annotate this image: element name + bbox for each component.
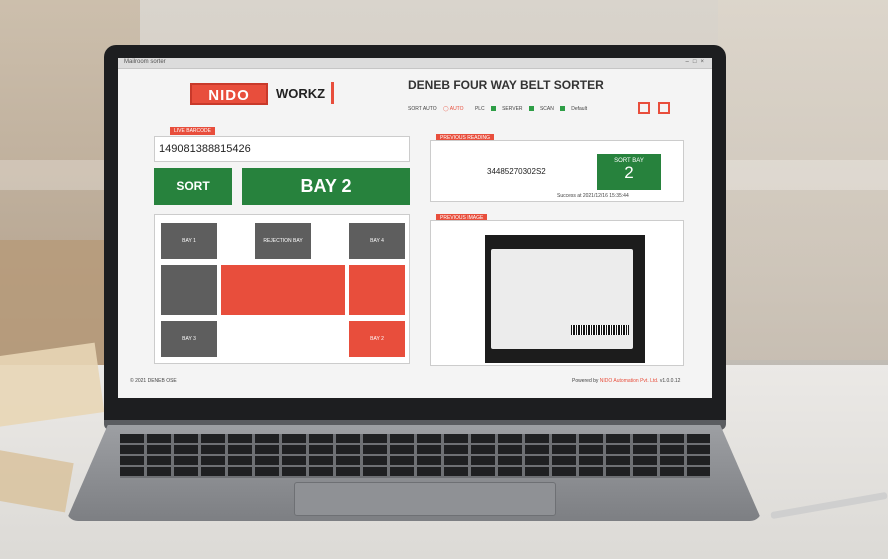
keyboard-rows (120, 434, 710, 478)
status-server: SERVER (502, 106, 534, 112)
sorter-diagram: BAY 1 REJECTION BAY BAY 4 BAY 3 BAY 2 (154, 214, 410, 364)
success-timestamp: Success at 2021/12/16 15:35:44 (557, 193, 629, 199)
bay-1-cell: BAY 1 (161, 223, 217, 259)
footer-powered-by: Powered by NIDO Automation Pvt. Ltd. v1.… (572, 378, 681, 384)
app-title: DENEB FOUR WAY BELT SORTER (408, 78, 604, 92)
belt-center-segment (221, 265, 345, 315)
sort-bay-value: 2 (624, 163, 634, 182)
sort-button[interactable]: SORT (154, 168, 232, 205)
settings-icon[interactable] (638, 102, 650, 114)
footer-brand: NIDO Automation Pvt. Ltd. (599, 378, 659, 384)
footer-copyright: © 2021 DENEB OSE (130, 378, 177, 384)
previous-barcode: 34485270302S2 (487, 167, 546, 176)
rejection-bay-cell: REJECTION BAY (255, 223, 311, 259)
touchpad (294, 482, 556, 516)
status-plc: PLC (475, 106, 496, 112)
status-scan: SCAN (540, 106, 565, 112)
status-profile: Default (571, 106, 588, 112)
parcel (491, 249, 633, 349)
window-titlebar: Mailroom sorter –□× (118, 58, 712, 69)
live-barcode-label: LIVE BARCODE (170, 127, 215, 135)
bay-4-cell: BAY 4 (349, 223, 405, 259)
brand-divider (331, 82, 334, 104)
bay-3-cell: BAY 3 (161, 321, 217, 357)
bay-2-cell: BAY 2 (349, 321, 405, 357)
workz-brand: WORKZ (276, 86, 326, 101)
belt-left-segment (161, 265, 217, 315)
parcel-barcode (571, 325, 629, 335)
nido-logo: NIDO (190, 83, 268, 105)
status-row: SORT AUTO ◯ AUTO PLC SERVER SCAN Default (408, 106, 592, 112)
window-controls[interactable]: –□× (686, 59, 708, 65)
window-title: Mailroom sorter (124, 59, 166, 65)
previous-reading-panel: 34485270302S2 SORT BAY 2 Success at 2021… (430, 140, 684, 202)
close-icon[interactable] (658, 102, 670, 114)
status-auto-toggle[interactable]: ◯ AUTO (443, 106, 469, 112)
sort-bay-box: SORT BAY 2 (597, 154, 661, 190)
previous-image-panel (430, 220, 684, 366)
parcel-photo (485, 235, 645, 363)
current-bay-display: BAY 2 (242, 168, 410, 205)
footer-version: v1.0.0.12 (659, 378, 681, 384)
live-barcode-field[interactable]: 149081388815426 (154, 136, 410, 162)
laptop-screen: Mailroom sorter –□× NIDO WORKZ DENEB FOU… (118, 58, 712, 398)
status-sort-mode: SORT AUTO (408, 106, 437, 112)
belt-right-segment (349, 265, 405, 315)
